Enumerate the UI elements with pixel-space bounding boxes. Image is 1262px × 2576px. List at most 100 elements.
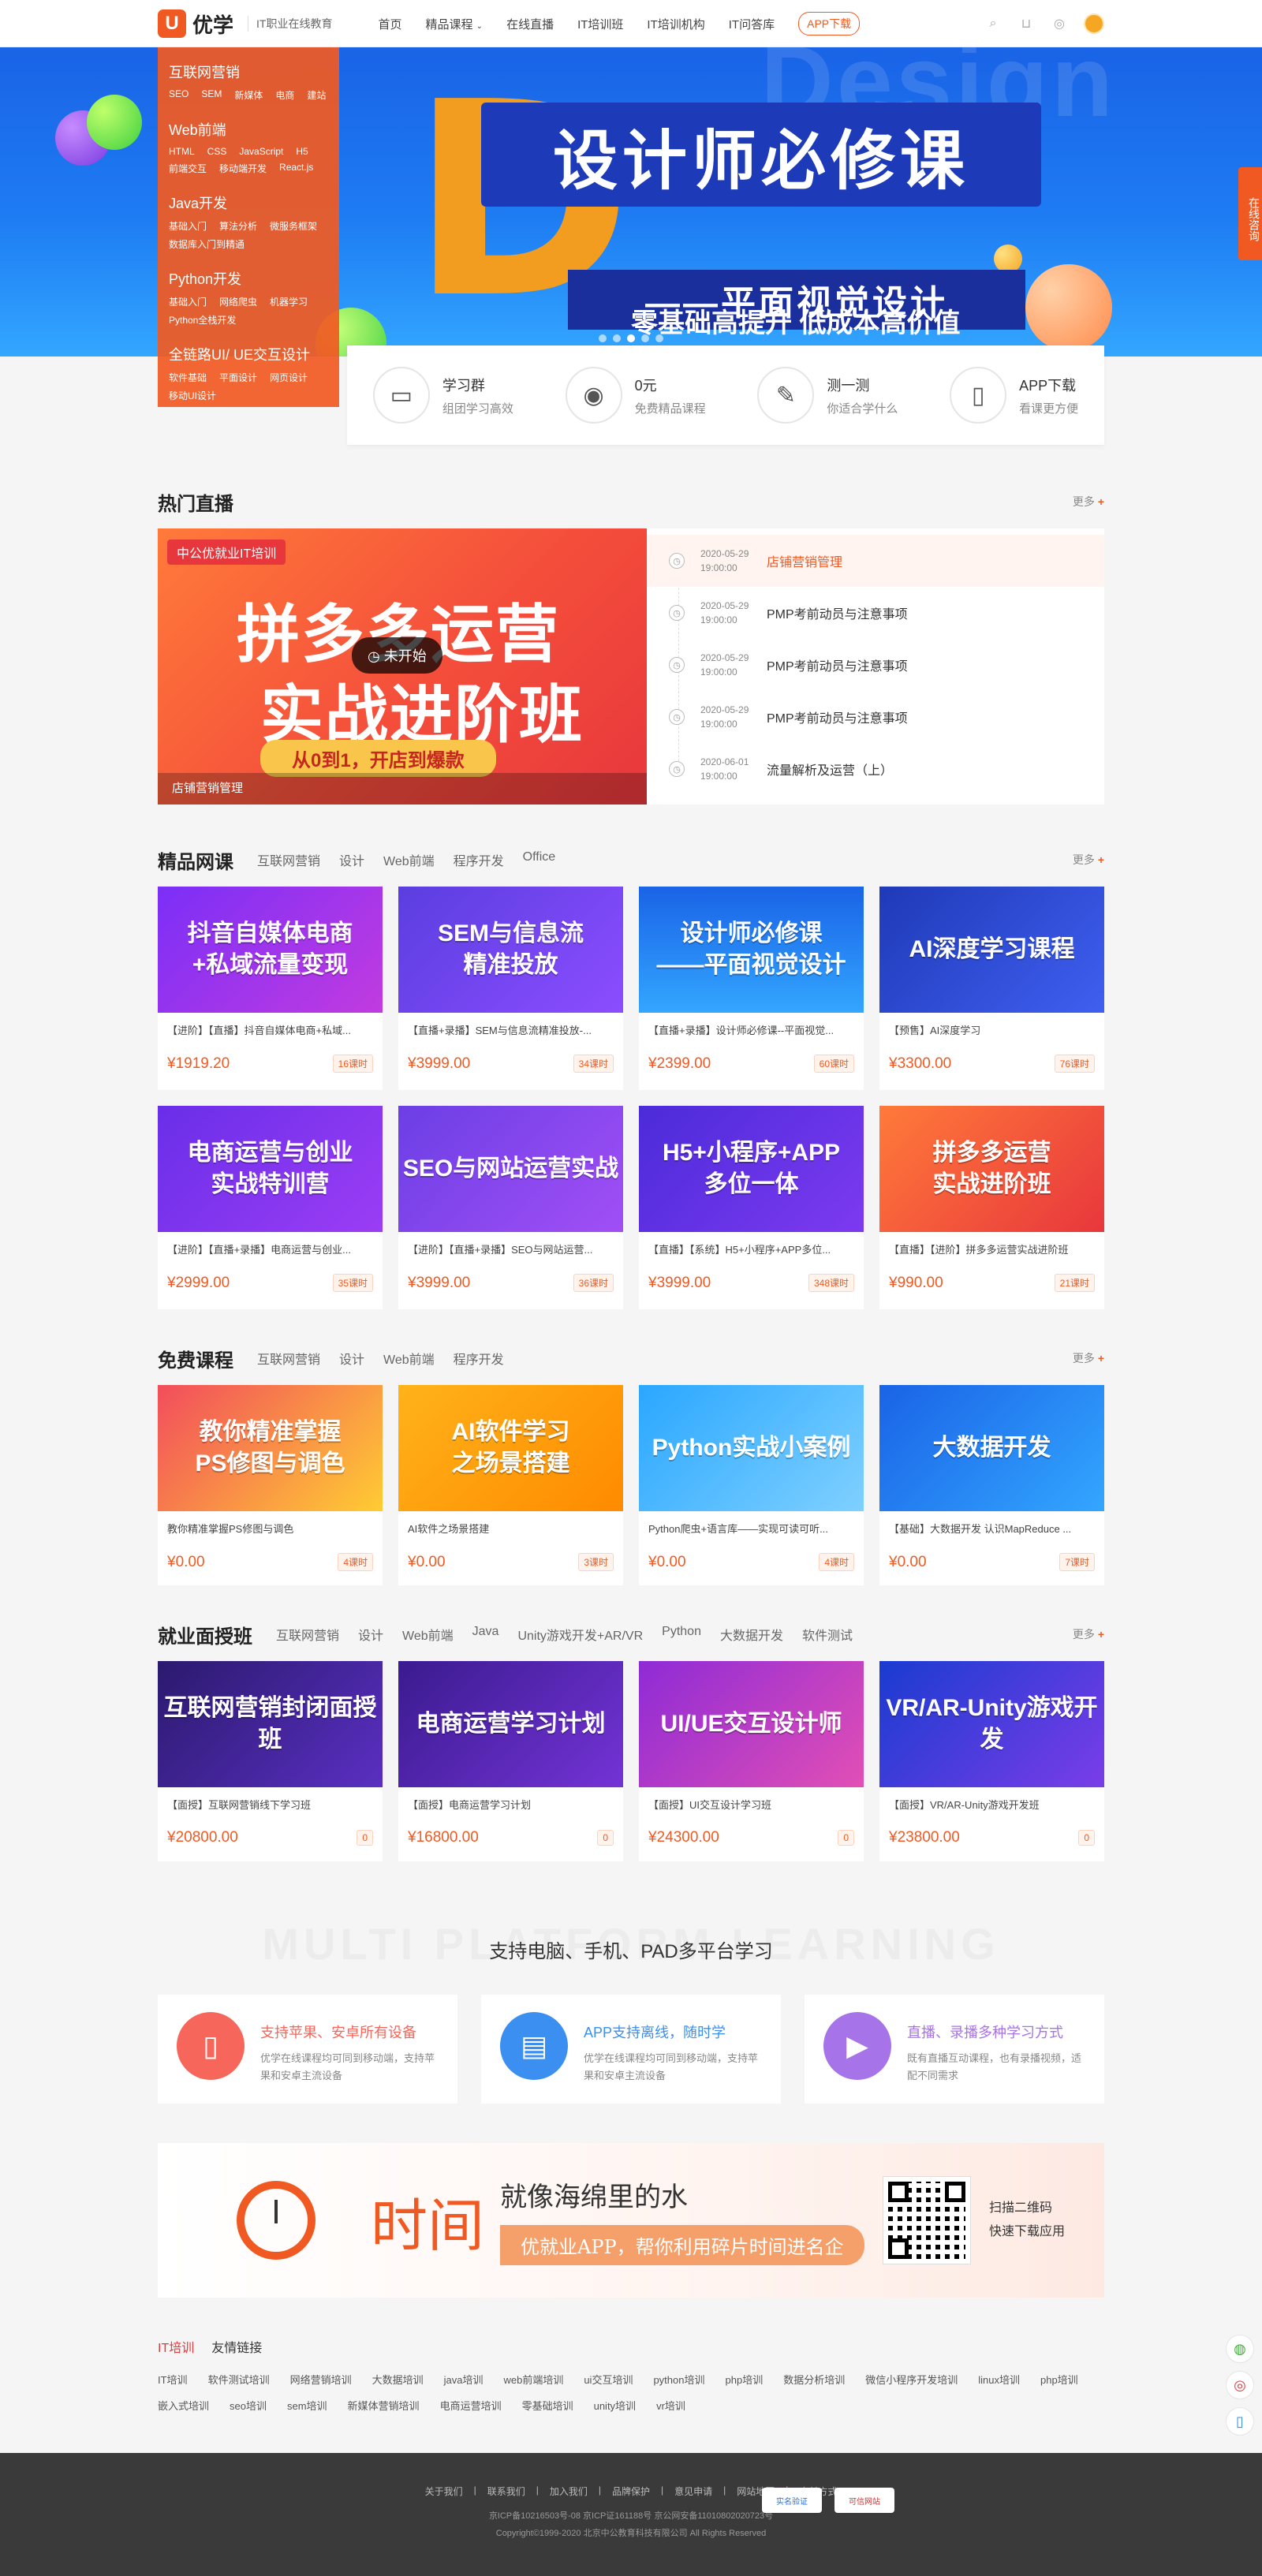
footer-link[interactable]: python培训 [653, 2372, 704, 2387]
course-thumbnail[interactable]: H5+小程序+APP 多位一体 [639, 1106, 864, 1232]
app-download-banner[interactable]: 时间 就像海绵里的水 优就业APP，帮你利用碎片时间进名企 扫描二维码 快速下载… [158, 2143, 1104, 2298]
category-link[interactable]: JavaScript [239, 146, 283, 157]
category-link[interactable]: 网页设计 [270, 371, 308, 384]
logo[interactable]: U 优学 IT职业在线教育 [158, 9, 332, 39]
section-tab[interactable]: 程序开发 [454, 850, 504, 869]
footer-link[interactable]: sem培训 [287, 2398, 327, 2413]
footer-link[interactable]: 软件测试培训 [208, 2372, 270, 2387]
carousel-dot[interactable] [613, 334, 621, 342]
section-tab[interactable]: Python [662, 1625, 701, 1644]
section-tab[interactable]: 互联网营销 [276, 1625, 339, 1644]
online-consult-button[interactable]: 在线咨询 [1238, 167, 1262, 260]
category-link[interactable]: 数据库入门到精通 [169, 237, 245, 251]
category-link[interactable]: 软件基础 [169, 371, 207, 384]
course-thumbnail[interactable]: 教你精准掌握 PS修图与调色 [158, 1385, 383, 1511]
course-name[interactable]: 【直播】【系统】H5+小程序+APP多位... [639, 1232, 864, 1256]
course-name[interactable]: Python爬虫+语言库——实现可读可听... [639, 1511, 864, 1536]
footer-link[interactable]: seo培训 [230, 2398, 267, 2413]
course-card[interactable]: 教你精准掌握 PS修图与调色 教你精准掌握PS修图与调色 ¥0.00 4课时 [158, 1385, 383, 1585]
course-thumbnail[interactable]: 拼多多运营 实战进阶班 [879, 1106, 1104, 1232]
tab-friend-links[interactable]: 友情链接 [211, 2337, 262, 2356]
category-link[interactable]: 网络爬虫 [219, 295, 257, 308]
section-tab[interactable]: Web前端 [383, 1349, 435, 1368]
section-tab[interactable]: 设计 [339, 850, 364, 869]
carousel-dot[interactable] [599, 334, 607, 342]
footer-link[interactable]: 零基础培训 [522, 2398, 573, 2413]
carousel-dot[interactable] [627, 334, 635, 342]
app-download-button[interactable]: APP下载 [798, 12, 861, 35]
course-name[interactable]: 【直播+录播】设计师必修课--平面视觉... [639, 1013, 864, 1037]
footer-link[interactable]: 数据分析培训 [783, 2372, 845, 2387]
more-link[interactable]: 更多 + [1073, 494, 1104, 510]
nav-it-institutions[interactable]: IT培训机构 [647, 16, 704, 32]
course-name[interactable]: 【进阶】【直播】抖音自媒体电商+私域... [158, 1013, 383, 1037]
course-thumbnail[interactable]: Python实战小案例 [639, 1385, 864, 1511]
course-card[interactable]: UI/UE交互设计师 【面授】UI交互设计学习班 ¥24300.00 0 [639, 1661, 864, 1861]
footer-link[interactable]: 电商运营培训 [440, 2398, 502, 2413]
footer-link[interactable]: 大数据培训 [372, 2372, 424, 2387]
more-link[interactable]: 更多 + [1073, 852, 1104, 868]
course-card[interactable]: SEO与网站运营实战 【进阶】【直播+录播】SEO与网站运营... ¥3999.00… [398, 1106, 623, 1309]
course-card[interactable]: 电商运营与创业 实战特训营 【进阶】【直播+录播】电商运营与创业... ¥2999.0… [158, 1106, 383, 1309]
course-card[interactable]: 抖音自媒体电商 +私域流量变现 【进阶】【直播】抖音自媒体电商+私域... ¥1919… [158, 887, 383, 1090]
category-link[interactable]: 机器学习 [270, 295, 308, 308]
course-card[interactable]: Python实战小案例 Python爬虫+语言库——实现可读可听... ¥0.00 4… [639, 1385, 864, 1585]
course-name[interactable]: 【进阶】【直播+录播】SEO与网站运营... [398, 1232, 623, 1256]
course-card[interactable]: SEM与信息流 精准投放 【直播+录播】SEM与信息流精准投放-... ¥3999.0… [398, 887, 623, 1090]
course-name[interactable]: 【面授】VR/AR-Unity游戏开发班 [879, 1787, 1104, 1812]
section-tab[interactable]: 互联网营销 [257, 850, 320, 869]
category-title[interactable]: Python开发 [169, 268, 328, 289]
category-link[interactable]: HTML [169, 146, 195, 157]
course-thumbnail[interactable]: 电商运营学习计划 [398, 1661, 623, 1787]
footer-link[interactable]: ui交互培训 [584, 2372, 633, 2387]
course-card[interactable]: AI软件学习 之场景搭建 AI软件之场景搭建 ¥0.00 3课时 [398, 1385, 623, 1585]
course-card[interactable]: AI深度学习课程 【预售】AI深度学习 ¥3300.00 76课时 [879, 887, 1104, 1090]
section-tab[interactable]: Web前端 [383, 850, 435, 869]
course-thumbnail[interactable]: 抖音自媒体电商 +私域流量变现 [158, 887, 383, 1013]
footer-link[interactable]: web前端培训 [503, 2372, 563, 2387]
course-name[interactable]: 【进阶】【直播+录播】电商运营与创业... [158, 1232, 383, 1256]
section-tab[interactable]: Office [523, 850, 556, 869]
footer-link[interactable]: 嵌入式培训 [158, 2398, 209, 2413]
course-name[interactable]: AI软件之场景搭建 [398, 1511, 623, 1536]
footer-link[interactable]: unity培训 [594, 2398, 636, 2413]
footer-link[interactable]: php培训 [726, 2372, 764, 2387]
more-link[interactable]: 更多 + [1073, 1350, 1104, 1366]
category-link[interactable]: 移动端开发 [219, 162, 267, 175]
course-thumbnail[interactable]: UI/UE交互设计师 [639, 1661, 864, 1787]
section-tab[interactable]: Web前端 [402, 1625, 454, 1644]
course-thumbnail[interactable]: AI深度学习课程 [879, 887, 1104, 1013]
footer-link[interactable]: php培训 [1040, 2372, 1078, 2387]
section-tab[interactable]: 程序开发 [454, 1349, 504, 1368]
live-item[interactable]: ◷ 2020-05-29 19:00:00 店铺营销管理 [647, 535, 1104, 587]
section-tab[interactable]: Unity游戏开发+AR/VR [517, 1625, 643, 1644]
course-name[interactable]: 【基础】大数据开发 认识MapReduce ... [879, 1511, 1104, 1536]
section-tab[interactable]: 设计 [358, 1625, 383, 1644]
course-name[interactable]: 【预售】AI深度学习 [879, 1013, 1104, 1037]
section-tab[interactable]: Java [472, 1625, 499, 1644]
category-link[interactable]: 建站 [307, 88, 326, 102]
footer-link[interactable]: java培训 [444, 2372, 484, 2387]
course-name[interactable]: 【直播】【进阶】拼多多运营实战进阶班 [879, 1232, 1104, 1256]
live-item[interactable]: ◷ 2020-05-29 19:00:00 PMP考前动员与注意事项 [647, 587, 1104, 639]
course-thumbnail[interactable]: 设计师必修课 ——平面视觉设计 [639, 887, 864, 1013]
category-title[interactable]: Web前端 [169, 119, 328, 140]
footer-nav-link[interactable]: 意见申请 [674, 2485, 712, 2498]
nav-premium-courses[interactable]: 精品课程 ⌄ [425, 16, 483, 32]
carousel-dot[interactable] [655, 334, 663, 342]
footer-link[interactable]: IT培训 [158, 2372, 188, 2387]
weibo-icon[interactable]: ◎ [1226, 2371, 1254, 2399]
footer-link[interactable]: 新媒体营销培训 [348, 2398, 420, 2413]
course-name[interactable]: 教你精准掌握PS修图与调色 [158, 1511, 383, 1536]
footer-link[interactable]: vr培训 [656, 2398, 685, 2413]
live-item[interactable]: ◷ 2020-06-01 19:00:00 流量解析及运营（上） [647, 743, 1104, 795]
course-card[interactable]: 拼多多运营 实战进阶班 【直播】【进阶】拼多多运营实战进阶班 ¥990.00 21课时 [879, 1106, 1104, 1309]
course-thumbnail[interactable]: 大数据开发 [879, 1385, 1104, 1511]
live-banner[interactable]: 中公优就业IT培训 拼多多运营 实战进阶班 从0到1，开店到爆款 ◷ 未开始 店… [158, 528, 647, 805]
category-link[interactable]: Python全栈开发 [169, 313, 236, 327]
category-title[interactable]: 互联网营销 [169, 62, 328, 82]
section-tab[interactable]: 互联网营销 [257, 1349, 320, 1368]
course-thumbnail[interactable]: VR/AR-Unity游戏开发 [879, 1661, 1104, 1787]
footer-nav-link[interactable]: 联系我们 [487, 2485, 525, 2498]
footer-nav-link[interactable]: 加入我们 [550, 2485, 588, 2498]
